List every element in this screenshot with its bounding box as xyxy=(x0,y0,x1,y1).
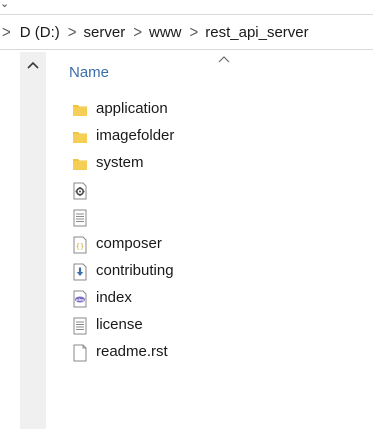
download-file-icon xyxy=(73,263,87,281)
text-file-icon xyxy=(73,209,87,227)
breadcrumb-www[interactable]: www xyxy=(149,24,182,41)
name-column-header[interactable]: Name xyxy=(69,64,109,81)
list-item-composer[interactable]: {} composer xyxy=(56,231,373,258)
folder-icon xyxy=(73,132,87,143)
file-name[interactable]: readme.rst xyxy=(96,343,168,360)
settings-file-icon xyxy=(73,182,87,200)
sort-ascending-icon xyxy=(218,56,230,63)
list-item-settings-file[interactable] xyxy=(56,177,373,204)
column-header[interactable]: Name xyxy=(56,52,373,92)
chevron-right-icon[interactable]: > xyxy=(133,23,142,42)
scroll-up-button[interactable] xyxy=(20,52,46,78)
blank-file-icon xyxy=(73,344,87,362)
list-item-contributing[interactable]: contributing xyxy=(56,258,373,285)
ribbon-arrow-icon: ⌄ xyxy=(0,0,10,10)
svg-text:{}: {} xyxy=(76,243,84,251)
list-item-imagefolder[interactable]: imagefolder xyxy=(56,123,373,150)
navigation-pane xyxy=(20,52,46,429)
folder-icon xyxy=(73,105,87,116)
chevron-right-icon[interactable]: > xyxy=(68,23,77,42)
list-item-index[interactable]: php index xyxy=(56,285,373,312)
file-name[interactable]: contributing xyxy=(96,262,174,279)
folder-icon xyxy=(73,159,87,170)
list-item-license[interactable]: license xyxy=(56,312,373,339)
list-item-system[interactable]: system xyxy=(56,150,373,177)
ribbon-remnant: ⌄ xyxy=(0,0,373,14)
address-bar[interactable]: > D (D:) > server > www > rest_api_serve… xyxy=(0,14,373,50)
breadcrumb-server[interactable]: server xyxy=(84,24,126,41)
file-name[interactable]: imagefolder xyxy=(96,127,174,144)
php-file-icon: php xyxy=(73,290,87,308)
file-name[interactable]: composer xyxy=(96,235,162,252)
chevron-right-icon[interactable]: > xyxy=(2,23,11,42)
chevron-right-icon[interactable]: > xyxy=(189,23,198,42)
file-name[interactable]: index xyxy=(96,289,132,306)
chevron-up-icon xyxy=(27,61,39,69)
list-item-readme[interactable]: readme.rst xyxy=(56,339,373,366)
breadcrumb-drive[interactable]: D (D:) xyxy=(20,24,60,41)
breadcrumb-rest-api-server[interactable]: rest_api_server xyxy=(205,24,308,41)
file-list: application imagefolder system {} compos… xyxy=(56,96,373,366)
list-item-application[interactable]: application xyxy=(56,96,373,123)
json-file-icon: {} xyxy=(73,236,87,254)
list-item-text-file[interactable] xyxy=(56,204,373,231)
file-name[interactable]: license xyxy=(96,316,143,333)
file-name[interactable]: application xyxy=(96,100,168,117)
svg-text:php: php xyxy=(76,298,84,302)
file-name[interactable]: system xyxy=(96,154,144,171)
file-explorer-window: ⌄ > D (D:) > server > www > rest_api_ser… xyxy=(0,0,373,429)
text-file-icon xyxy=(73,317,87,335)
